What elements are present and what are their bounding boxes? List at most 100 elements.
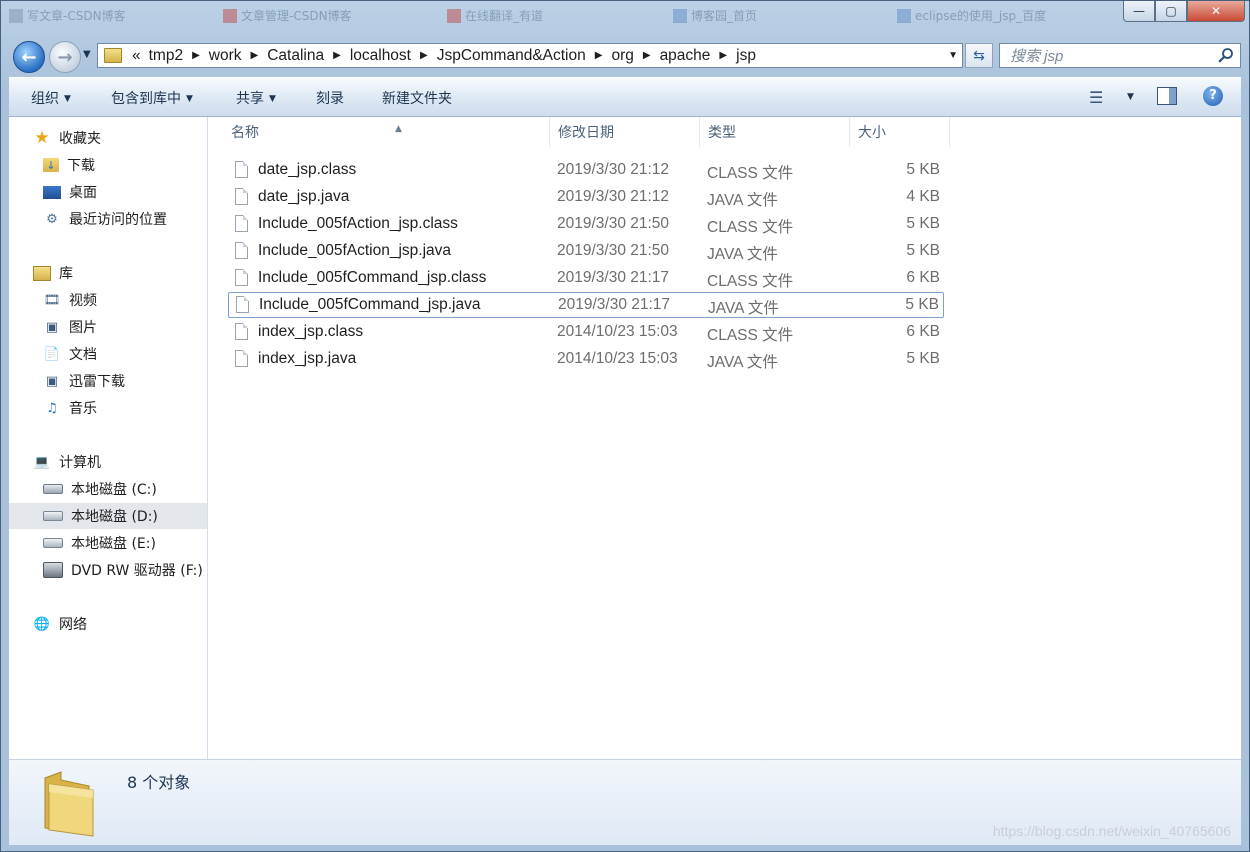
breadcrumb-item[interactable]: JspCommand&Action xyxy=(433,47,590,65)
downloads-folder-icon: ↓ xyxy=(43,158,59,172)
file-row[interactable]: index_jsp.java 2014/10/23 15:03 JAVA 文件 … xyxy=(228,347,944,373)
file-row[interactable]: index_jsp.class 2014/10/23 15:03 CLASS 文… xyxy=(228,320,944,346)
nav-item-desktop[interactable]: 桌面 xyxy=(9,179,207,205)
file-type: JAVA 文件 xyxy=(707,246,778,263)
nav-item-drive-d[interactable]: 本地磁盘 (D:) xyxy=(9,503,207,529)
search-icon[interactable] xyxy=(1218,47,1234,63)
column-header-modified[interactable]: 修改日期 xyxy=(550,117,700,147)
address-bar[interactable]: « tmp2 ▶ work ▶ Catalina ▶ localhost ▶ J… xyxy=(97,43,963,68)
column-header-type[interactable]: 类型 xyxy=(700,117,850,147)
nav-item-pictures[interactable]: ▣ 图片 xyxy=(9,314,207,340)
explorer-window: 写文章-CSDN博客 文章管理-CSDN博客 在线翻译_有道 博客园_首页 ec… xyxy=(0,0,1250,852)
star-icon: ★ xyxy=(34,128,50,148)
nav-network[interactable]: 🌐 网络 xyxy=(9,611,207,637)
nav-libraries[interactable]: 库 xyxy=(9,260,207,286)
chevron-down-icon: ▼ xyxy=(64,94,71,104)
details-view-icon: ☰ xyxy=(1089,88,1104,107)
forward-button[interactable]: → xyxy=(49,41,81,73)
nav-item-drive-c[interactable]: 本地磁盘 (C:) xyxy=(9,476,207,502)
file-size: 6 KB xyxy=(906,269,940,286)
file-modified: 2014/10/23 15:03 xyxy=(557,323,678,340)
back-button[interactable]: ← xyxy=(13,41,45,73)
nav-item-drive-e[interactable]: 本地磁盘 (E:) xyxy=(9,530,207,556)
command-bar: 组织 ▼ 包含到库中 ▼ 共享 ▼ 刻录 新建文件夹 ☰ ▼ ? xyxy=(9,77,1241,117)
share-menu[interactable]: 共享 ▼ xyxy=(236,88,276,108)
desktop-icon xyxy=(43,185,61,199)
nav-item-documents[interactable]: 📄 文档 xyxy=(9,341,207,367)
nav-item-recent-places[interactable]: ⚙ 最近访问的位置 xyxy=(9,206,207,232)
navigation-pane: ★ 收藏夹 ↓ 下载 桌面 ⚙ 最近访问的位置 库 🎞 视频 ▣ 图片 📄 文档 ▣ 迅雷下载… xyxy=(9,117,208,759)
file-size: 5 KB xyxy=(906,215,940,232)
preview-pane-toggle-icon[interactable] xyxy=(1157,87,1177,105)
file-size: 5 KB xyxy=(905,296,939,313)
minimize-button[interactable]: — xyxy=(1123,1,1155,22)
refresh-button[interactable]: ⇆ xyxy=(965,43,993,68)
maximize-button[interactable]: ▢ xyxy=(1155,1,1187,22)
include-in-library-menu[interactable]: 包含到库中 ▼ xyxy=(111,88,193,108)
file-modified: 2019/3/30 21:50 xyxy=(557,215,670,232)
file-row[interactable]: Include_005fAction_jsp.class 2019/3/30 2… xyxy=(228,212,944,238)
chevron-right-icon[interactable]: ▶ xyxy=(415,50,433,61)
chevron-right-icon[interactable]: ▶ xyxy=(328,50,346,61)
nav-item-downloads[interactable]: ↓ 下载 xyxy=(9,152,207,178)
close-icon: ✕ xyxy=(1210,4,1222,18)
column-header-size[interactable]: 大小 xyxy=(850,117,950,147)
breadcrumb-item[interactable]: tmp2 xyxy=(145,47,187,65)
file-name: date_jsp.class xyxy=(258,161,357,178)
organize-menu[interactable]: 组织 ▼ xyxy=(31,88,71,108)
breadcrumb-overflow[interactable]: « xyxy=(128,47,145,65)
burn-button[interactable]: 刻录 xyxy=(316,88,344,108)
file-icon xyxy=(235,242,248,259)
chevron-down-icon: ▼ xyxy=(269,94,276,104)
chevron-right-icon[interactable]: ▶ xyxy=(714,50,732,61)
file-name: index_jsp.class xyxy=(258,323,364,340)
chevron-down-icon: ▼ xyxy=(186,94,193,104)
file-name: index_jsp.java xyxy=(258,350,357,367)
nav-item-music[interactable]: ♫ 音乐 xyxy=(9,395,207,421)
search-input[interactable] xyxy=(1008,45,1212,68)
file-name: Include_005fAction_jsp.java xyxy=(258,242,452,259)
file-row[interactable]: Include_005fCommand_jsp.java 2019/3/30 2… xyxy=(228,292,944,318)
breadcrumb-item[interactable]: localhost xyxy=(346,47,415,65)
nav-item-videos[interactable]: 🎞 视频 xyxy=(9,287,207,313)
dvd-drive-icon xyxy=(43,562,63,578)
nav-computer[interactable]: 💻 计算机 xyxy=(9,449,207,475)
close-button[interactable]: ✕ xyxy=(1187,1,1245,22)
recent-places-icon: ⚙ xyxy=(46,211,58,227)
file-modified: 2019/3/30 21:17 xyxy=(558,296,671,313)
file-row[interactable]: Include_005fCommand_jsp.class 2019/3/30 … xyxy=(228,266,944,292)
file-row[interactable]: date_jsp.class 2019/3/30 21:12 CLASS 文件 … xyxy=(228,158,944,184)
file-row[interactable]: date_jsp.java 2019/3/30 21:12 JAVA 文件 4 … xyxy=(228,185,944,211)
breadcrumb-item[interactable]: jsp xyxy=(732,47,760,65)
chevron-right-icon[interactable]: ▶ xyxy=(638,50,656,61)
change-view-button[interactable]: ☰ xyxy=(1089,88,1103,107)
file-name: Include_005fAction_jsp.class xyxy=(258,215,458,232)
file-type: JAVA 文件 xyxy=(708,300,779,317)
breadcrumb-item[interactable]: Catalina xyxy=(263,47,328,65)
file-type: JAVA 文件 xyxy=(707,354,778,371)
new-folder-button[interactable]: 新建文件夹 xyxy=(382,88,452,108)
recent-pages-button[interactable]: ▼ xyxy=(83,49,91,60)
breadcrumb-item[interactable]: apache xyxy=(656,47,715,65)
breadcrumb-item[interactable]: org xyxy=(607,47,637,65)
nav-item-dvd-drive[interactable]: DVD RW 驱动器 (F:) xyxy=(9,557,207,583)
help-icon[interactable]: ? xyxy=(1203,86,1223,106)
file-row[interactable]: Include_005fAction_jsp.java 2019/3/30 21… xyxy=(228,239,944,265)
library-icon xyxy=(33,265,51,281)
breadcrumb-item[interactable]: work xyxy=(205,47,246,65)
video-icon: 🎞 xyxy=(43,292,61,308)
file-icon xyxy=(235,269,248,286)
chevron-right-icon[interactable]: ▶ xyxy=(590,50,608,61)
column-header-name[interactable]: 名称 ▲ xyxy=(223,117,550,147)
nav-favorites[interactable]: ★ 收藏夹 xyxy=(9,125,207,151)
background-tab: 写文章-CSDN博客 xyxy=(9,7,209,27)
chevron-right-icon[interactable]: ▶ xyxy=(187,50,205,61)
chevron-right-icon[interactable]: ▶ xyxy=(246,50,264,61)
title-bar: 写文章-CSDN博客 文章管理-CSDN博客 在线翻译_有道 博客园_首页 ec… xyxy=(1,1,1249,35)
background-tab: eclipse的使用_jsp_百度 xyxy=(897,7,1097,27)
nav-item-thunder-downloads[interactable]: ▣ 迅雷下载 xyxy=(9,368,207,394)
hard-drive-icon xyxy=(43,511,63,521)
address-dropdown-button[interactable]: ▼ xyxy=(948,50,958,61)
view-options-dropdown[interactable]: ▼ xyxy=(1127,92,1134,102)
file-icon xyxy=(235,350,248,367)
